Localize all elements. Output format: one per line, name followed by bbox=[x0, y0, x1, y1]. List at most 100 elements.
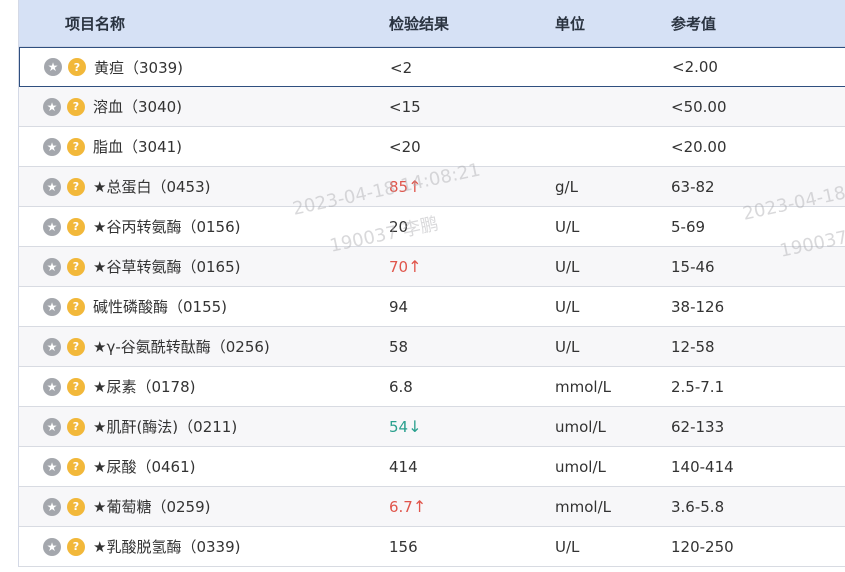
table-row[interactable]: ★? 碱性磷酸酶（0155) 94 U/L 38-126 bbox=[19, 287, 845, 327]
item-name: 黄疸（3039) bbox=[94, 58, 184, 77]
cell-result: 54↓ bbox=[389, 417, 555, 436]
table-row[interactable]: ★? 黄疸（3039) <2 <2.00 bbox=[19, 47, 845, 87]
table-row[interactable]: ★? ★尿素（0178) 6.8 mmol/L 2.5-7.1 bbox=[19, 367, 845, 407]
star-icon[interactable]: ★ bbox=[43, 457, 61, 476]
item-name: ★乳酸脱氢酶（0339) bbox=[93, 538, 241, 556]
header-unit[interactable]: 单位 bbox=[555, 13, 671, 34]
arrow-up-icon: ↑ bbox=[408, 177, 422, 196]
table-row[interactable]: ★? ★葡萄糖（0259) 6.7↑ mmol/L 3.6-5.8 bbox=[19, 487, 845, 527]
help-icon[interactable]: ? bbox=[67, 417, 85, 436]
table-row[interactable]: ★? 脂血（3041) <20 <20.00 bbox=[19, 127, 845, 167]
item-name: ★谷丙转氨酶（0156) bbox=[93, 218, 241, 236]
cell-result: 20 bbox=[389, 217, 555, 236]
star-icon[interactable]: ★ bbox=[43, 337, 61, 356]
cell-ref: 15-46 bbox=[671, 257, 715, 276]
cell-ref: 3.6-5.8 bbox=[671, 497, 725, 516]
header-ref[interactable]: 参考值 bbox=[671, 13, 845, 34]
cell-name: ★? ★γ-谷氨酰转酞酶（0256) bbox=[19, 336, 389, 357]
help-icon[interactable]: ? bbox=[67, 257, 85, 276]
table-row[interactable]: ★? ★尿酸（0461) 414 umol/L 140-414 bbox=[19, 447, 845, 487]
cell-unit: U/L bbox=[555, 537, 580, 556]
cell-unit: g/L bbox=[555, 177, 578, 196]
help-icon[interactable]: ? bbox=[68, 58, 86, 76]
item-name: ★肌酐(酶法)（0211) bbox=[93, 418, 238, 436]
cell-ref: 63-82 bbox=[671, 177, 715, 196]
cell-ref: 38-126 bbox=[671, 297, 725, 316]
cell-unit: U/L bbox=[555, 257, 580, 276]
table-header: 项目名称 检验结果 单位 参考值 bbox=[19, 0, 845, 47]
cell-result: 6.7↑ bbox=[389, 497, 555, 516]
table-row[interactable]: ★? ★总蛋白（0453) 85↑ g/L 63-82 bbox=[19, 167, 845, 207]
star-icon[interactable]: ★ bbox=[43, 137, 61, 156]
table-row[interactable]: ★? 溶血（3040) <15 <50.00 bbox=[19, 87, 845, 127]
item-name: ★总蛋白（0453) bbox=[93, 178, 211, 196]
cell-result: <2 bbox=[390, 58, 556, 77]
cell-ref: <50.00 bbox=[671, 97, 727, 116]
result-value: 94 bbox=[389, 298, 409, 316]
item-name: ★尿素（0178) bbox=[93, 378, 196, 396]
table-row[interactable]: ★? ★乳酸脱氢酶（0339) 156 U/L 120-250 bbox=[19, 527, 845, 567]
help-icon[interactable]: ? bbox=[67, 497, 85, 516]
star-icon[interactable]: ★ bbox=[43, 97, 61, 116]
help-icon[interactable]: ? bbox=[67, 297, 85, 316]
help-icon[interactable]: ? bbox=[67, 377, 85, 396]
cell-result: 414 bbox=[389, 457, 555, 476]
cell-result: 70↑ bbox=[389, 257, 555, 276]
cell-unit: umol/L bbox=[555, 457, 606, 476]
table-row[interactable]: ★? ★谷草转氨酶（0165) 70↑ U/L 15-46 bbox=[19, 247, 845, 287]
cell-result: 94 bbox=[389, 297, 555, 316]
help-icon[interactable]: ? bbox=[67, 177, 85, 196]
header-name[interactable]: 项目名称 bbox=[19, 13, 389, 34]
cell-name: ★? ★尿素（0178) bbox=[19, 376, 389, 397]
result-value: 6.8 bbox=[389, 378, 413, 396]
item-name: ★尿酸（0461) bbox=[93, 458, 196, 476]
result-value: <20 bbox=[389, 138, 421, 156]
table-row[interactable]: ★? ★γ-谷氨酰转酞酶（0256) 58 U/L 12-58 bbox=[19, 327, 845, 367]
item-name: ★γ-谷氨酰转酞酶（0256) bbox=[93, 338, 270, 356]
cell-result: 6.8 bbox=[389, 377, 555, 396]
help-icon[interactable]: ? bbox=[67, 97, 85, 116]
cell-result: 85↑ bbox=[389, 177, 555, 196]
cell-name: ★? ★谷丙转氨酶（0156) bbox=[19, 216, 389, 237]
arrow-up-icon: ↑ bbox=[412, 497, 427, 516]
help-icon[interactable]: ? bbox=[67, 337, 85, 356]
star-icon[interactable]: ★ bbox=[43, 537, 61, 556]
cell-unit: U/L bbox=[555, 297, 580, 316]
table-body: ★? 黄疸（3039) <2 <2.00 ★? 溶血（3040) <15 <50.00 ★? 脂血… bbox=[19, 47, 845, 567]
item-name: 脂血（3041) bbox=[93, 138, 183, 156]
star-icon[interactable]: ★ bbox=[44, 58, 62, 76]
lab-results-table: 项目名称 检验结果 单位 参考值 ★? 黄疸（3039) <2 <2.00 ★? 溶血（3… bbox=[18, 0, 845, 567]
result-value: 20 bbox=[389, 218, 409, 236]
cell-result: <20 bbox=[389, 137, 555, 156]
cell-ref: 5-69 bbox=[671, 217, 706, 236]
cell-result: 58 bbox=[389, 337, 555, 356]
help-icon[interactable]: ? bbox=[67, 537, 85, 556]
header-result[interactable]: 检验结果 bbox=[389, 13, 555, 34]
cell-result: <15 bbox=[389, 97, 555, 116]
star-icon[interactable]: ★ bbox=[43, 177, 61, 196]
help-icon[interactable]: ? bbox=[67, 217, 85, 236]
cell-ref: 140-414 bbox=[671, 457, 734, 476]
table-row[interactable]: ★? ★肌酐(酶法)（0211) 54↓ umol/L 62-133 bbox=[19, 407, 845, 447]
star-icon[interactable]: ★ bbox=[43, 497, 61, 516]
cell-unit: mmol/L bbox=[555, 497, 611, 516]
arrow-down-icon: ↓ bbox=[408, 417, 422, 436]
cell-name: ★? ★肌酐(酶法)（0211) bbox=[19, 416, 389, 437]
star-icon[interactable]: ★ bbox=[43, 377, 61, 396]
help-icon[interactable]: ? bbox=[67, 457, 85, 476]
cell-unit: mmol/L bbox=[555, 377, 611, 396]
cell-ref: 2.5-7.1 bbox=[671, 377, 725, 396]
result-value: 414 bbox=[389, 458, 418, 476]
table-row[interactable]: ★? ★谷丙转氨酶（0156) 20 U/L 5-69 bbox=[19, 207, 845, 247]
cell-ref: <20.00 bbox=[671, 137, 727, 156]
result-value: <15 bbox=[389, 98, 421, 116]
cell-name: ★? ★总蛋白（0453) bbox=[19, 176, 389, 197]
result-value: 70 bbox=[389, 258, 409, 276]
star-icon[interactable]: ★ bbox=[43, 417, 61, 436]
help-icon[interactable]: ? bbox=[67, 137, 85, 156]
star-icon[interactable]: ★ bbox=[43, 257, 61, 276]
arrow-up-icon: ↑ bbox=[408, 257, 422, 276]
cell-ref: 120-250 bbox=[671, 537, 734, 556]
star-icon[interactable]: ★ bbox=[43, 217, 61, 236]
star-icon[interactable]: ★ bbox=[43, 297, 61, 316]
